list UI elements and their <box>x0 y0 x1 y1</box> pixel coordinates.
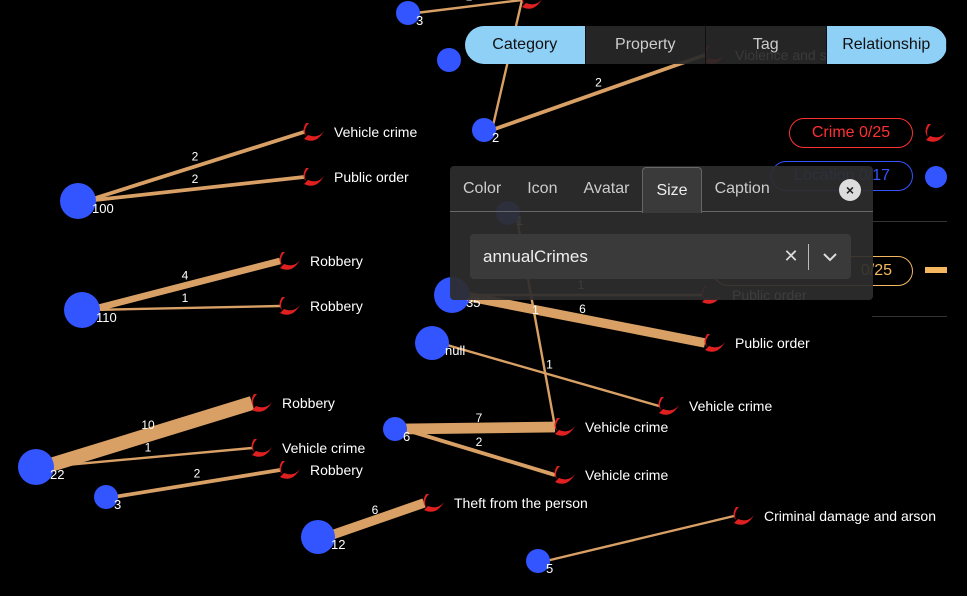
location-label: 110 <box>96 310 117 325</box>
mode-toolbar: Category Property Tag Relationship <box>465 26 947 64</box>
location-node[interactable] <box>64 292 100 328</box>
crime-icon <box>279 252 300 270</box>
crime-icon <box>925 124 946 142</box>
crime-node[interactable] <box>554 418 576 436</box>
location-node[interactable] <box>18 449 54 485</box>
crime-icon <box>279 461 300 479</box>
panel-tab-icon[interactable]: Icon <box>514 166 570 211</box>
location-label: 6 <box>403 429 410 444</box>
edge-label: 2 <box>192 172 199 186</box>
crime-node[interactable] <box>279 252 301 270</box>
legend-divider <box>872 316 947 317</box>
location-label: 12 <box>331 537 345 552</box>
crime-label: Public order <box>735 335 810 351</box>
crime-icon <box>658 397 679 415</box>
crime-icon <box>733 507 754 525</box>
location-node[interactable] <box>60 183 96 219</box>
legend-divider <box>872 221 947 222</box>
edge-label: 2 <box>192 150 199 164</box>
crime-label: Public order <box>334 169 409 185</box>
style-panel: Color Icon Avatar Size Caption × annualC… <box>450 166 873 300</box>
relationship-edge[interactable] <box>89 304 281 312</box>
relationship-edge[interactable] <box>545 514 735 563</box>
location-icon <box>925 166 947 188</box>
legend-crime[interactable]: Crime 0/25 <box>789 118 913 148</box>
crime-icon <box>251 394 272 412</box>
edge-label: 2 <box>194 467 201 481</box>
crime-icon <box>554 466 575 484</box>
crime-label: Vehicle crime <box>689 398 772 414</box>
crime-node[interactable] <box>733 507 755 525</box>
edge-label: 1 <box>182 291 189 305</box>
edge-label: 2 <box>595 76 602 90</box>
crime-node[interactable] <box>303 168 325 186</box>
tab-category[interactable]: Category <box>465 26 586 64</box>
crime-icon <box>303 123 324 141</box>
crime-node[interactable] <box>521 0 543 9</box>
relationship-edge[interactable] <box>490 0 524 131</box>
crime-icon <box>704 334 725 352</box>
crime-label: Vehicle crime <box>585 467 668 483</box>
edge-label: 1 <box>532 303 539 317</box>
location-label: 2 <box>492 130 499 145</box>
location-label: 5 <box>546 561 553 576</box>
crime-label: Robbery <box>310 253 363 269</box>
crime-icon <box>554 418 575 436</box>
edge-label: 4 <box>182 269 189 283</box>
size-property-select[interactable]: annualCrimes ✕ <box>470 234 851 279</box>
crime-label: Vehicle crime <box>334 124 417 140</box>
panel-tab-color[interactable]: Color <box>450 166 514 211</box>
crime-icon <box>251 439 272 457</box>
crime-node[interactable] <box>279 297 301 315</box>
relationship-edge[interactable] <box>491 53 706 132</box>
close-icon[interactable]: × <box>839 179 861 201</box>
crime-icon <box>303 168 324 186</box>
crime-label: Theft from the person <box>454 495 588 511</box>
location-label: 3 <box>114 497 121 512</box>
relationship-edge[interactable] <box>402 421 556 435</box>
location-node[interactable] <box>415 326 449 360</box>
crime-node[interactable] <box>704 334 726 352</box>
crime-node[interactable] <box>303 123 325 141</box>
location-label: 22 <box>50 467 64 482</box>
crime-label: Robbery <box>310 298 363 314</box>
crime-label: Robbery <box>310 462 363 478</box>
edge-label: 7 <box>476 411 483 425</box>
crime-label: Criminal damage and arson <box>764 508 936 524</box>
crime-node[interactable] <box>658 397 680 415</box>
tab-property[interactable]: Property <box>586 26 706 64</box>
crime-node[interactable] <box>279 461 301 479</box>
crime-icon <box>279 297 300 315</box>
tab-relationship[interactable]: Relationship <box>826 26 947 64</box>
location-node[interactable] <box>437 48 461 72</box>
edge-label: 6 <box>372 503 379 517</box>
crime-node[interactable] <box>554 466 576 484</box>
location-node[interactable] <box>301 520 335 554</box>
edge-label: 10 <box>141 418 155 432</box>
tab-tag[interactable]: Tag <box>706 26 827 64</box>
edge-label: 2 <box>476 435 483 449</box>
relationship-icon <box>925 267 947 273</box>
edge-label: 1 <box>546 358 553 372</box>
crime-node[interactable] <box>423 494 445 512</box>
crime-icon <box>521 0 542 9</box>
chevron-down-icon[interactable] <box>809 249 851 265</box>
crime-label: Vehicle crime <box>585 419 668 435</box>
crime-node[interactable] <box>251 394 273 412</box>
edge-label: 6 <box>579 302 586 316</box>
edge-label: 1 <box>145 441 152 455</box>
clear-icon[interactable]: ✕ <box>774 246 808 267</box>
crime-label: Robbery <box>282 395 335 411</box>
select-value: annualCrimes <box>483 246 588 266</box>
panel-tab-caption[interactable]: Caption <box>702 166 783 211</box>
location-label: 100 <box>92 201 114 216</box>
panel-tab-size[interactable]: Size <box>642 167 702 213</box>
crime-label: Vehicle crime <box>282 440 365 456</box>
edge-label: 1 <box>466 0 473 4</box>
location-label: 3 <box>416 13 423 28</box>
crime-node[interactable] <box>251 439 273 457</box>
panel-tab-avatar[interactable]: Avatar <box>570 166 642 211</box>
location-label: null <box>445 343 465 358</box>
crime-icon <box>423 494 444 512</box>
